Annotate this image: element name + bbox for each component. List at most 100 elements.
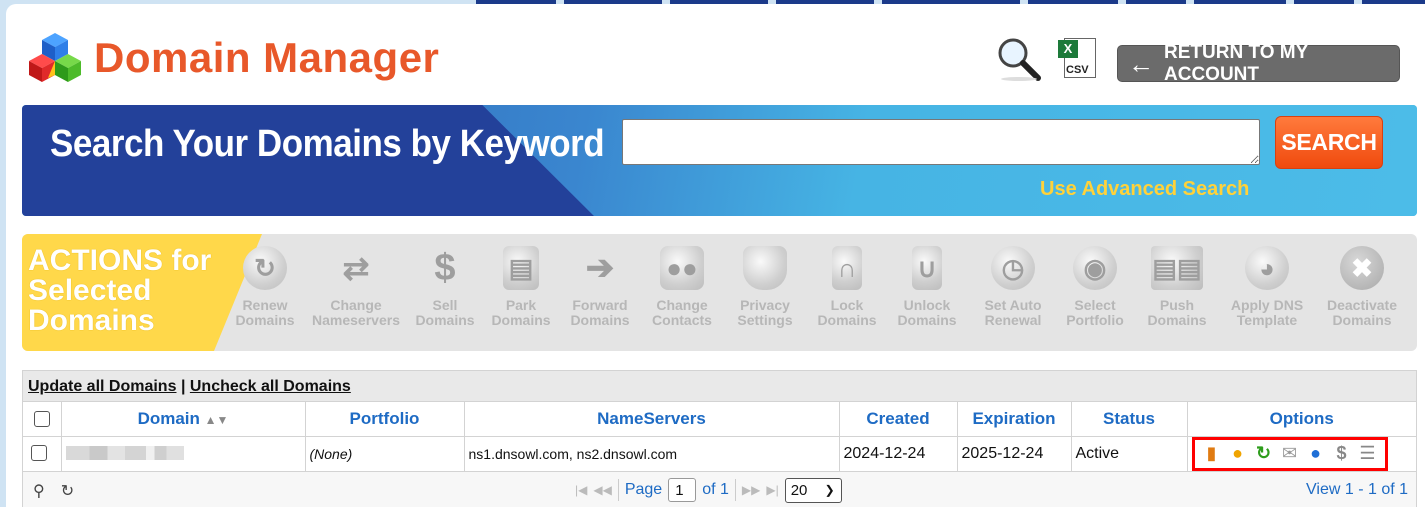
actions-title-line: ACTIONS for [28, 244, 212, 277]
action-label: Settings [737, 312, 793, 328]
action-privacy-settings[interactable]: Privacy Settings [730, 246, 800, 328]
deactivate-x-icon: ✖ [1340, 246, 1384, 290]
globe-icon[interactable]: ● [1305, 443, 1327, 465]
action-label: Change [656, 297, 708, 313]
domain-cell[interactable] [61, 436, 306, 472]
action-change-contacts[interactable]: ●● Change Contacts [646, 246, 718, 328]
pager-divider [734, 479, 736, 501]
grid-toolbar: Update all Domains | Uncheck all Domains [23, 371, 1416, 402]
column-domain[interactable]: Domain ▲▼ [61, 402, 306, 437]
excel-x-icon: X [1058, 40, 1078, 58]
action-label: Contacts [652, 312, 712, 328]
renew-bar-icon[interactable]: ▮ [1201, 443, 1223, 465]
pager-refresh-icon[interactable]: ↻ [61, 481, 74, 501]
contacts-person-icon[interactable]: ● [1227, 443, 1249, 465]
actions-title-line: Selected [28, 274, 152, 307]
email-icon[interactable]: ✉ [1279, 443, 1301, 465]
column-expiration[interactable]: Expiration [957, 402, 1072, 437]
sort-icon: ▲▼ [204, 412, 229, 427]
csv-export-icon[interactable]: X CSV [1056, 36, 1102, 82]
options-highlight: ▮ ● ↻ ✉ ● $ ☰ [1191, 436, 1388, 471]
advanced-search-link[interactable]: Use Advanced Search [1040, 178, 1249, 201]
table-row: (None) ns1.dnsowl.com, ns2.dnsowl.com 20… [23, 436, 1416, 472]
created-cell: 2024-12-24 [839, 436, 958, 472]
action-renew-domains[interactable]: ↻ Renew Domains [230, 246, 300, 328]
swap-arrows-icon: ⇄ [342, 249, 370, 286]
contacts-icon: ●● [660, 246, 704, 290]
action-label: Forward [572, 297, 628, 313]
database-icon[interactable]: ☰ [1357, 443, 1379, 465]
pager-tools: ⚲ ↻ [33, 481, 74, 501]
search-button[interactable]: SEARCH [1275, 116, 1383, 169]
column-portfolio[interactable]: Portfolio [305, 402, 465, 437]
action-label: Park [505, 297, 537, 313]
column-created[interactable]: Created [839, 402, 958, 437]
column-domain-label: Domain [137, 408, 200, 428]
left-arrow-icon: ← [1128, 48, 1154, 79]
select-all-checkbox[interactable] [33, 411, 50, 428]
action-park-domains[interactable]: ▤ Park Domains [486, 246, 556, 328]
actions-bar: ACTIONS for Selected Domains ↻ Renew Dom… [22, 234, 1417, 351]
action-label: Domains [1147, 312, 1207, 328]
grid-pager: ⚲ ↻ |◀ ◀◀ Page 1 of 1 ▶▶ ▶| 20 ❯ View 1 -… [23, 471, 1416, 507]
page-header: Domain Manager [28, 30, 439, 86]
dns-template-icon: ◕ [1245, 246, 1289, 290]
column-status[interactable]: Status [1071, 402, 1188, 437]
action-set-auto-renewal[interactable]: ◷ Set Auto Renewal [976, 246, 1050, 328]
return-to-account-button[interactable]: ← RETURN TO MY ACCOUNT [1117, 42, 1400, 85]
action-label: Domains [415, 312, 475, 328]
next-page-icon[interactable]: ▶▶ [742, 483, 760, 497]
action-label: Privacy [740, 297, 790, 313]
action-label: Domains [897, 312, 957, 328]
action-label: Push [1159, 297, 1195, 313]
page-size-value: 20 [790, 481, 808, 499]
page-title: Domain Manager [94, 34, 440, 81]
first-page-icon[interactable]: |◀ [575, 483, 587, 497]
action-change-nameservers[interactable]: ⇄ Change Nameservers [306, 246, 406, 328]
view-count: View 1 - 1 of 1 [1306, 480, 1408, 498]
action-label: Domains [235, 312, 295, 328]
action-label: Domains [491, 312, 551, 328]
pager-divider [617, 479, 619, 501]
action-forward-domains[interactable]: ➔ Forward Domains [564, 246, 636, 328]
column-nameservers[interactable]: NameServers [464, 402, 840, 437]
prev-page-icon[interactable]: ◀◀ [593, 483, 611, 497]
action-deactivate-domains[interactable]: ✖ Deactivate Domains [1320, 246, 1404, 328]
update-all-domains-link[interactable]: Update all Domains [28, 378, 176, 395]
column-options: Options [1187, 402, 1416, 437]
csv-label: CSV [1066, 64, 1089, 76]
action-apply-dns-template[interactable]: ◕ Apply DNS Template [1222, 246, 1312, 328]
action-label: Change [330, 297, 382, 313]
domains-grid: Update all Domains | Uncheck all Domains… [22, 370, 1417, 507]
dollar-icon: $ [434, 246, 456, 289]
options-cell: ▮ ● ↻ ✉ ● $ ☰ [1187, 436, 1416, 472]
action-label: Domains [1332, 312, 1392, 328]
pager-search-icon[interactable]: ⚲ [33, 481, 45, 501]
action-label: Apply DNS [1230, 297, 1304, 313]
bus-icon: ▤ [503, 246, 539, 290]
uncheck-all-domains-link[interactable]: Uncheck all Domains [190, 378, 351, 395]
action-label: Unlock [903, 297, 951, 313]
search-magnifier-icon[interactable] [996, 36, 1042, 82]
action-unlock-domains[interactable]: ∪ Unlock Domains [892, 246, 962, 328]
action-label: Deactivate [1326, 297, 1398, 313]
status-cell: Active [1071, 436, 1188, 472]
action-sell-domains[interactable]: $ Sell Domains [410, 246, 480, 328]
search-input[interactable] [622, 119, 1260, 165]
action-select-portfolio[interactable]: ◉ Select Portfolio [1060, 246, 1130, 328]
return-label: RETURN TO MY ACCOUNT [1164, 41, 1308, 85]
row-select-cell [23, 436, 62, 472]
last-page-icon[interactable]: ▶| [766, 483, 778, 497]
forward-arrow-icon: ➔ [585, 248, 615, 287]
clock-icon: ◷ [991, 246, 1035, 290]
action-label: Select [1074, 297, 1116, 313]
page-size-select[interactable]: 20 ❯ [784, 477, 842, 503]
dollar-icon[interactable]: $ [1331, 443, 1353, 465]
row-checkbox[interactable] [31, 445, 47, 462]
action-lock-domains[interactable]: ∩ Lock Domains [812, 246, 882, 328]
refresh-icon[interactable]: ↻ [1253, 443, 1275, 465]
toolbar-separator: | [180, 378, 186, 395]
page-number-input[interactable]: 1 [668, 478, 697, 502]
search-banner: Search Your Domains by Keyword SEARCH Us… [22, 105, 1417, 216]
action-push-domains[interactable]: ▤▤ Push Domains [1142, 246, 1212, 328]
